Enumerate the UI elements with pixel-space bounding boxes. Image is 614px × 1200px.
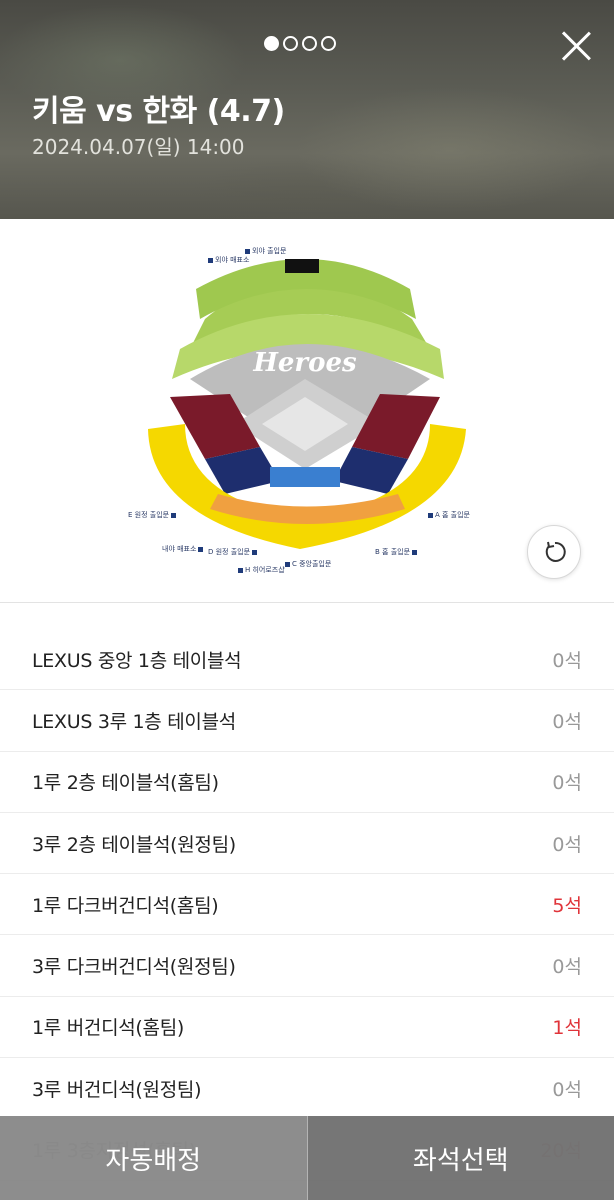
seat-remaining-count: 0석 bbox=[552, 772, 582, 795]
center-blue-rows bbox=[270, 467, 340, 487]
page-dot-active bbox=[264, 36, 279, 51]
refresh-button[interactable] bbox=[527, 525, 581, 579]
outfield-gate-label: 외야 출입문 bbox=[245, 246, 286, 256]
stadium-map[interactable]: Heroes 외야 출입문 외야 매표소 E 원정 출입문 A 홈 출입문 내야… bbox=[0, 219, 614, 603]
refresh-icon bbox=[545, 541, 566, 562]
seat-remaining-count: 0석 bbox=[552, 956, 582, 979]
seat-grade-name: 1루 버건디석(홈팀) bbox=[32, 1017, 185, 1040]
seat-grade-name: LEXUS 중앙 1층 테이블석 bbox=[32, 649, 242, 672]
seat-grade-row[interactable]: 1루 다크버건디석(홈팀) 5석 bbox=[0, 874, 614, 936]
seat-remaining-count: 5석 bbox=[552, 894, 582, 917]
game-datetime: 2024.04.07(일) 14:00 bbox=[32, 135, 245, 159]
gate-e-label: E 원정 출입문 bbox=[128, 510, 176, 520]
auto-assign-button[interactable]: 자동배정 bbox=[0, 1116, 308, 1200]
seat-remaining-count: 1석 bbox=[552, 1017, 582, 1040]
gate-a-label: A 홈 출입문 bbox=[428, 510, 470, 520]
stadium-seat-map[interactable]: Heroes bbox=[0, 219, 614, 603]
page-dot bbox=[283, 36, 298, 51]
seat-remaining-count: 0석 bbox=[552, 833, 582, 856]
page-title: 키움 vs 한화 (4.7) bbox=[32, 94, 285, 129]
seat-grade-row[interactable]: 1루 2층 테이블석(홈팀) 0석 bbox=[0, 752, 614, 813]
seat-grade-name: 1루 2층 테이블석(홈팀) bbox=[32, 772, 219, 795]
center-black-section bbox=[285, 259, 319, 273]
page-dot bbox=[321, 36, 336, 51]
seat-grade-row[interactable]: 3루 다크버건디석(원정팀) 0석 bbox=[0, 935, 614, 997]
seat-grade-name: LEXUS 3루 1층 테이블석 bbox=[32, 710, 236, 733]
gate-d-label: D 원정 출입문 bbox=[208, 547, 257, 557]
seat-grade-name: 1루 다크버건디석(홈팀) bbox=[32, 894, 219, 917]
gate-c-label: C 중앙출입문 bbox=[285, 559, 331, 569]
event-header: 키움 vs 한화 (4.7) 2024.04.07(일) 14:00 bbox=[0, 0, 614, 219]
seat-grade-row[interactable]: LEXUS 중앙 1층 테이블석 0석 bbox=[0, 629, 614, 691]
seat-grade-row[interactable]: LEXUS 3루 1층 테이블석 0석 bbox=[0, 690, 614, 752]
infield-ticket-label: 내야 매표소 bbox=[162, 544, 203, 554]
seat-grade-row[interactable]: 1루 버건디석(홈팀) 1석 bbox=[0, 997, 614, 1059]
page-dot bbox=[302, 36, 317, 51]
seat-grade-list: LEXUS 중앙 1층 테이블석 0석 LEXUS 3루 1층 테이블석 0석 1루 2… bbox=[0, 629, 614, 1181]
heroes-logo: Heroes bbox=[252, 348, 357, 378]
bottom-action-bar: 자동배정 좌석선택 bbox=[0, 1116, 614, 1200]
select-seat-button[interactable]: 좌석선택 bbox=[307, 1116, 614, 1200]
seat-grade-name: 3루 버건디석(원정팀) bbox=[32, 1078, 202, 1101]
gate-h-label: H 히어로즈샵 bbox=[238, 565, 285, 575]
seat-grade-row[interactable]: 3루 버건디석(원정팀) 0석 bbox=[0, 1058, 614, 1120]
seat-remaining-count: 0석 bbox=[552, 710, 582, 733]
page-indicator bbox=[264, 36, 336, 51]
seat-grade-row[interactable]: 3루 2층 테이블석(원정팀) 0석 bbox=[0, 813, 614, 875]
close-icon[interactable] bbox=[560, 30, 592, 62]
seat-remaining-count: 0석 bbox=[552, 1078, 582, 1101]
gate-b-label: B 홈 출입문 bbox=[375, 547, 417, 557]
seat-grade-name: 3루 2층 테이블석(원정팀) bbox=[32, 833, 236, 856]
seat-grade-name: 3루 다크버건디석(원정팀) bbox=[32, 956, 236, 979]
outfield-ticket-label: 외야 매표소 bbox=[208, 255, 249, 265]
seat-remaining-count: 0석 bbox=[552, 649, 582, 672]
